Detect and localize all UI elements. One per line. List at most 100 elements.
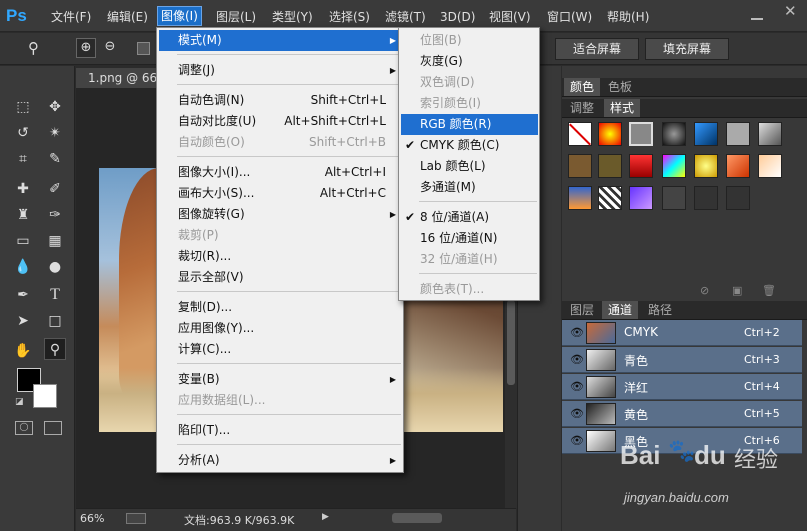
mode-item-lab[interactable]: Lab 颜色(L) <box>401 156 538 177</box>
style-swatch[interactable] <box>598 154 622 178</box>
clear-style-icon[interactable]: ⊘ <box>700 284 709 297</box>
menu-item-image-rotation[interactable]: 图像旋转(G) ▶ <box>159 204 402 225</box>
tab-layers[interactable]: 图层 <box>564 301 600 319</box>
dodge-icon[interactable]: ● <box>44 256 66 278</box>
mode-item-multichannel[interactable]: 多通道(M) <box>401 177 538 198</box>
eye-icon[interactable]: 👁 <box>570 434 584 448</box>
eye-icon[interactable]: 👁 <box>570 353 584 367</box>
mode-item-cmyk[interactable]: ✔ CMYK 颜色(C) <box>401 135 538 156</box>
menu-select[interactable]: 选择(S) <box>329 8 370 26</box>
crop-icon[interactable]: ⌗ <box>12 148 34 170</box>
pen-icon[interactable]: ✒ <box>12 284 34 306</box>
background-color-swatch[interactable] <box>33 384 57 408</box>
style-swatch[interactable] <box>598 122 622 146</box>
menu-item-trap[interactable]: 陷印(T)... <box>159 420 402 441</box>
tab-swatches[interactable]: 色板 <box>602 78 638 96</box>
path-select-icon[interactable]: ➤ <box>12 310 34 332</box>
screen-mode-icon[interactable] <box>44 421 62 435</box>
gradient-icon[interactable]: ▦ <box>44 230 66 252</box>
menu-item-trim[interactable]: 裁切(R)... <box>159 246 402 267</box>
style-swatch[interactable] <box>662 186 686 210</box>
tab-adjustments[interactable]: 调整 <box>564 99 600 117</box>
status-icon[interactable] <box>126 513 146 524</box>
menu-item-apply-image[interactable]: 应用图像(Y)... <box>159 318 402 339</box>
eraser-icon[interactable]: ▭ <box>12 230 34 252</box>
channel-row[interactable]: 👁 洋红 Ctrl+4 <box>562 374 802 400</box>
resize-windows-checkbox[interactable] <box>137 42 150 55</box>
style-swatch[interactable] <box>662 122 686 146</box>
eyedropper-icon[interactable]: ✎ <box>44 148 66 170</box>
fill-screen-button[interactable]: 填充屏幕 <box>645 38 729 60</box>
menu-edit[interactable]: 编辑(E) <box>107 8 148 26</box>
mode-item-16bit[interactable]: 16 位/通道(N) <box>401 228 538 249</box>
menu-view[interactable]: 视图(V) <box>489 8 531 26</box>
menu-item-auto-contrast[interactable]: 自动对比度(U) Alt+Shift+Ctrl+L <box>159 111 402 132</box>
blur-icon[interactable]: 💧 <box>12 256 34 278</box>
history-brush-icon[interactable]: ✑ <box>44 204 66 226</box>
zoom-in-icon[interactable]: ⊕ <box>76 38 96 58</box>
menu-item-analysis[interactable]: 分析(A) ▶ <box>159 450 402 471</box>
document-tab[interactable]: 1.png @ 66% <box>76 68 166 88</box>
style-swatch[interactable] <box>758 154 782 178</box>
marquee-icon[interactable]: ⬚ <box>12 96 34 118</box>
tab-styles[interactable]: 样式 <box>604 99 641 117</box>
mode-item-8bit[interactable]: ✔ 8 位/通道(A) <box>401 207 538 228</box>
style-swatch[interactable] <box>629 122 653 146</box>
tab-paths[interactable]: 路径 <box>642 301 678 319</box>
rectangle-icon[interactable]: □ <box>44 310 66 332</box>
menu-item-reveal-all[interactable]: 显示全部(V) <box>159 267 402 288</box>
zoom-out-icon[interactable]: ⊖ <box>100 38 120 58</box>
tab-color[interactable]: 颜色 <box>564 78 601 96</box>
mode-item-rgb[interactable]: RGB 颜色(R) <box>401 114 538 135</box>
quick-mask-icon[interactable]: ◯ <box>15 421 33 435</box>
channel-row[interactable]: 👁 CMYK Ctrl+2 <box>562 320 802 346</box>
eye-icon[interactable]: 👁 <box>570 407 584 421</box>
style-swatch[interactable] <box>694 186 718 210</box>
mode-item-grayscale[interactable]: 灰度(G) <box>401 51 538 72</box>
zoom-level[interactable]: 66% <box>80 512 104 525</box>
menu-item-canvas-size[interactable]: 画布大小(S)... Alt+Ctrl+C <box>159 183 402 204</box>
move-icon[interactable]: ✥ <box>44 96 66 118</box>
style-swatch[interactable] <box>568 186 592 210</box>
style-swatch[interactable] <box>629 186 653 210</box>
menu-item-duplicate[interactable]: 复制(D)... <box>159 297 402 318</box>
menu-image[interactable]: 图像(I) <box>157 6 202 26</box>
stamp-icon[interactable]: ♜ <box>12 204 34 226</box>
brush-icon[interactable]: ✐ <box>44 178 66 200</box>
menu-layer[interactable]: 图层(L) <box>216 8 256 26</box>
menu-item-calculations[interactable]: 计算(C)... <box>159 339 402 360</box>
vertical-scroll-thumb[interactable] <box>507 300 515 385</box>
menu-item-adjust[interactable]: 调整(J) ▶ <box>159 60 402 81</box>
delete-style-icon[interactable]: 🗑 <box>762 284 776 297</box>
style-swatch[interactable] <box>629 154 653 178</box>
menu-window[interactable]: 窗口(W) <box>547 8 592 26</box>
style-swatch[interactable] <box>726 122 750 146</box>
style-swatch[interactable] <box>598 186 622 210</box>
eye-icon[interactable]: 👁 <box>570 326 584 340</box>
menu-help[interactable]: 帮助(H) <box>607 8 649 26</box>
new-style-icon[interactable]: ▣ <box>732 284 742 297</box>
menu-3d[interactable]: 3D(D) <box>440 8 475 26</box>
status-arrow-icon[interactable]: ▶ <box>322 512 329 522</box>
eye-icon[interactable]: 👁 <box>570 380 584 394</box>
lasso-icon[interactable]: ↺ <box>12 122 34 144</box>
zoom-tool-icon[interactable]: ⚲ <box>28 39 39 57</box>
healing-brush-icon[interactable]: ✚ <box>12 178 34 200</box>
style-swatch[interactable] <box>758 122 782 146</box>
style-swatch[interactable] <box>694 122 718 146</box>
fit-screen-button[interactable]: 适合屏幕 <box>555 38 639 60</box>
style-none-swatch[interactable] <box>568 122 592 146</box>
tab-channels[interactable]: 通道 <box>602 301 639 319</box>
menu-filter[interactable]: 滤镜(T) <box>385 8 426 26</box>
menu-item-image-size[interactable]: 图像大小(I)... Alt+Ctrl+I <box>159 162 402 183</box>
horizontal-scroll-thumb[interactable] <box>392 513 442 523</box>
channel-row[interactable]: 👁 黄色 Ctrl+5 <box>562 401 802 427</box>
style-swatch[interactable] <box>662 154 686 178</box>
type-icon[interactable]: T <box>44 284 66 306</box>
channel-row[interactable]: 👁 青色 Ctrl+3 <box>562 347 802 373</box>
style-swatch[interactable] <box>726 154 750 178</box>
style-swatch[interactable] <box>568 154 592 178</box>
hand-icon[interactable]: ✋ <box>12 340 34 362</box>
style-swatch[interactable] <box>726 186 750 210</box>
zoom-icon[interactable]: ⚲ <box>44 338 66 360</box>
